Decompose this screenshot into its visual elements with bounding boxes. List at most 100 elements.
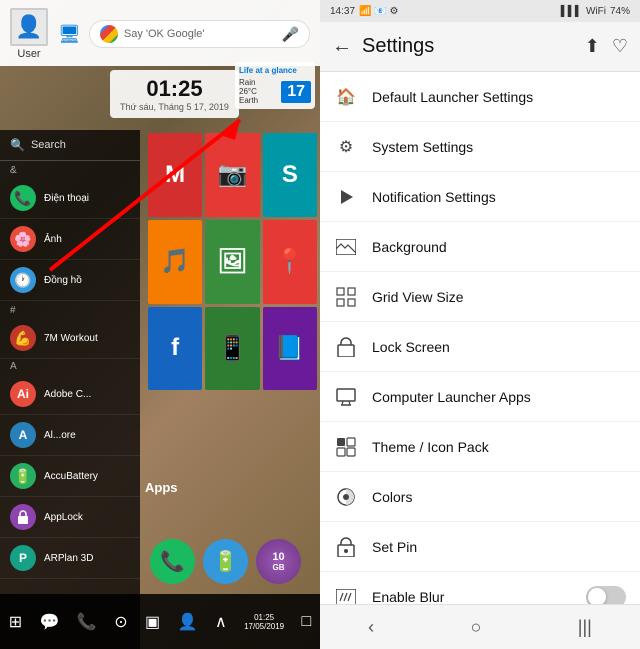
app-icon-clock: 🕐 — [10, 267, 36, 293]
taskbar-person[interactable]: 👤 — [178, 612, 198, 632]
app-label-workout: 7M Workout — [44, 333, 98, 344]
app-icon-adobe: Ai — [10, 381, 36, 407]
header-icons: ⬆ ♡ — [585, 36, 628, 57]
tile-fb[interactable]: f — [148, 307, 202, 391]
list-item[interactable]: 💪 7M Workout — [0, 318, 140, 359]
settings-item-default-launcher[interactable]: 🏠 Default Launcher Settings — [320, 72, 640, 122]
bottom-time: 01:25 17/05/2019 — [244, 613, 284, 631]
toggle-blur[interactable] — [586, 586, 626, 605]
computer-launcher-icon — [334, 385, 358, 409]
taskbar-icon-3[interactable]: 📞 — [77, 612, 97, 632]
app-label-battery: AccuBattery — [44, 471, 98, 482]
app-label-applock: AppLock — [44, 512, 83, 523]
app-label-adobe: Adobe C... — [44, 389, 91, 400]
settings-item-background[interactable]: Background — [320, 222, 640, 272]
settings-item-grid[interactable]: Grid View Size — [320, 272, 640, 322]
list-item[interactable]: 🌸 Ảnh — [0, 219, 140, 260]
nav-home-button[interactable]: ○ — [471, 617, 482, 638]
taskbar-icon-1[interactable]: ⊞ — [9, 612, 22, 632]
taskbar-icon-5[interactable]: ▣ — [145, 612, 160, 632]
glance-widget: Life at a glance Rain 26°C Earth 17 — [235, 62, 315, 109]
app-icon-phone: 📞 — [10, 185, 36, 211]
settings-list: 🏠 Default Launcher Settings ⚙ System Set… — [320, 72, 640, 604]
theme-icon — [334, 435, 358, 459]
bottom-nav: ‹ ○ ||| — [320, 604, 640, 649]
nav-recents-button[interactable]: ||| — [578, 617, 592, 638]
user-avatar: 👤 — [10, 8, 48, 46]
background-icon — [334, 235, 358, 259]
tile-orange[interactable]: 🎵 — [148, 220, 202, 304]
label-setpin: Set Pin — [372, 539, 626, 555]
time-display: 01:25 — [120, 76, 229, 102]
battery-pct: 74% — [610, 6, 630, 17]
tiles-area: M 📷 S 🎵 🖼 📍 f 📱 📘 — [145, 130, 320, 480]
home-icon: 🏠 — [334, 85, 358, 109]
favorite-icon[interactable]: ♡ — [612, 36, 628, 57]
tile-gmail[interactable]: M — [148, 133, 202, 217]
status-icons: 📶 📧 ⚙ — [359, 6, 398, 17]
bottom-app-gb[interactable]: 10 GB — [256, 539, 301, 584]
settings-title: Settings — [362, 35, 575, 58]
list-item[interactable]: Ai Adobe C... — [0, 374, 140, 415]
status-bar: 14:37 📶 📧 ⚙ ▌▌▌ WiFi 74% — [320, 0, 640, 22]
top-bar-left: 👤 User 🖥 Say 'OK Google' 🎤 — [0, 0, 320, 66]
settings-item-computer-launcher[interactable]: Computer Launcher Apps — [320, 372, 640, 422]
settings-item-blur[interactable]: Enable Blur — [320, 572, 640, 604]
tile-whatsapp[interactable]: 📱 — [205, 307, 259, 391]
list-item[interactable]: P ARPlan 3D — [0, 538, 140, 579]
tile-photos[interactable]: 🖼 — [205, 220, 259, 304]
weather-info: Rain 26°C Earth — [239, 78, 258, 105]
share-icon[interactable]: ⬆ — [585, 36, 600, 57]
list-item[interactable]: AppLock — [0, 497, 140, 538]
apps-label: Apps — [145, 480, 178, 495]
label-grid: Grid View Size — [372, 289, 626, 305]
label-blur: Enable Blur — [372, 589, 572, 605]
setpin-icon — [334, 535, 358, 559]
app-label-arplan: ARPlan 3D — [44, 553, 93, 564]
app-label-phone: Điện thoại — [44, 193, 89, 204]
tile-maps[interactable]: 📍 — [263, 220, 317, 304]
notification-settings-icon — [334, 185, 358, 209]
settings-item-system[interactable]: ⚙ System Settings — [320, 122, 640, 172]
status-wifi: WiFi — [586, 6, 606, 17]
app-label-photos: Ảnh — [44, 234, 62, 245]
nav-back-button[interactable]: ‹ — [368, 617, 374, 638]
date-display: Thứ sáu, Tháng 5 17, 2019 — [120, 102, 229, 112]
label-lock-screen: Lock Screen — [372, 339, 626, 355]
pc-icon: 🖥 — [58, 24, 81, 45]
taskbar-icon-notifications[interactable]: □ — [302, 613, 312, 631]
list-item[interactable]: 🔋 AccuBattery — [0, 456, 140, 497]
glance-title: Life at a glance — [239, 66, 311, 75]
colors-icon — [334, 485, 358, 509]
bottom-app-phone[interactable]: 📞 — [150, 539, 195, 584]
grid-icon — [334, 285, 358, 309]
blur-icon — [334, 585, 358, 605]
app-icon-applock — [10, 504, 36, 530]
settings-item-lock-screen[interactable]: Lock Screen — [320, 322, 640, 372]
settings-item-notification-settings[interactable]: Notification Settings — [320, 172, 640, 222]
label-background: Background — [372, 239, 626, 255]
settings-item-theme[interactable]: Theme / Icon Pack — [320, 422, 640, 472]
list-item[interactable]: 📞 Điện thoại — [0, 178, 140, 219]
taskbar-icon-4[interactable]: ⊙ — [114, 612, 127, 632]
right-panel: 14:37 📶 📧 ⚙ ▌▌▌ WiFi 74% ← Settings ⬆ ♡ … — [320, 0, 640, 649]
search-bar[interactable]: Say 'OK Google' 🎤 — [89, 20, 310, 48]
list-item[interactable]: 🕐 Đồng hồ — [0, 260, 140, 301]
status-left: 14:37 📶 📧 ⚙ — [330, 6, 398, 17]
left-panel: 👤 User 🖥 Say 'OK Google' 🎤 01:25 Thứ sáu… — [0, 0, 320, 649]
taskbar-icon-2[interactable]: 💬 — [40, 612, 60, 632]
label-system: System Settings — [372, 139, 626, 155]
tile-red2[interactable]: 📷 — [205, 133, 259, 217]
settings-item-colors[interactable]: Colors — [320, 472, 640, 522]
tile-skype[interactable]: S — [263, 133, 317, 217]
bottom-app-battery[interactable]: 🔋 — [203, 539, 248, 584]
tile-purple[interactable]: 📘 — [263, 307, 317, 391]
label-notification-settings: Notification Settings — [372, 189, 626, 205]
settings-item-setpin[interactable]: Set Pin — [320, 522, 640, 572]
status-signal: ▌▌▌ — [561, 6, 582, 17]
list-item[interactable]: A Al...ore — [0, 415, 140, 456]
back-button[interactable]: ← — [332, 35, 352, 58]
drawer-search[interactable]: 🔍 Search — [0, 130, 140, 161]
date-number: 17 — [281, 81, 311, 103]
taskbar-icon-6[interactable]: ∧ — [215, 612, 227, 632]
